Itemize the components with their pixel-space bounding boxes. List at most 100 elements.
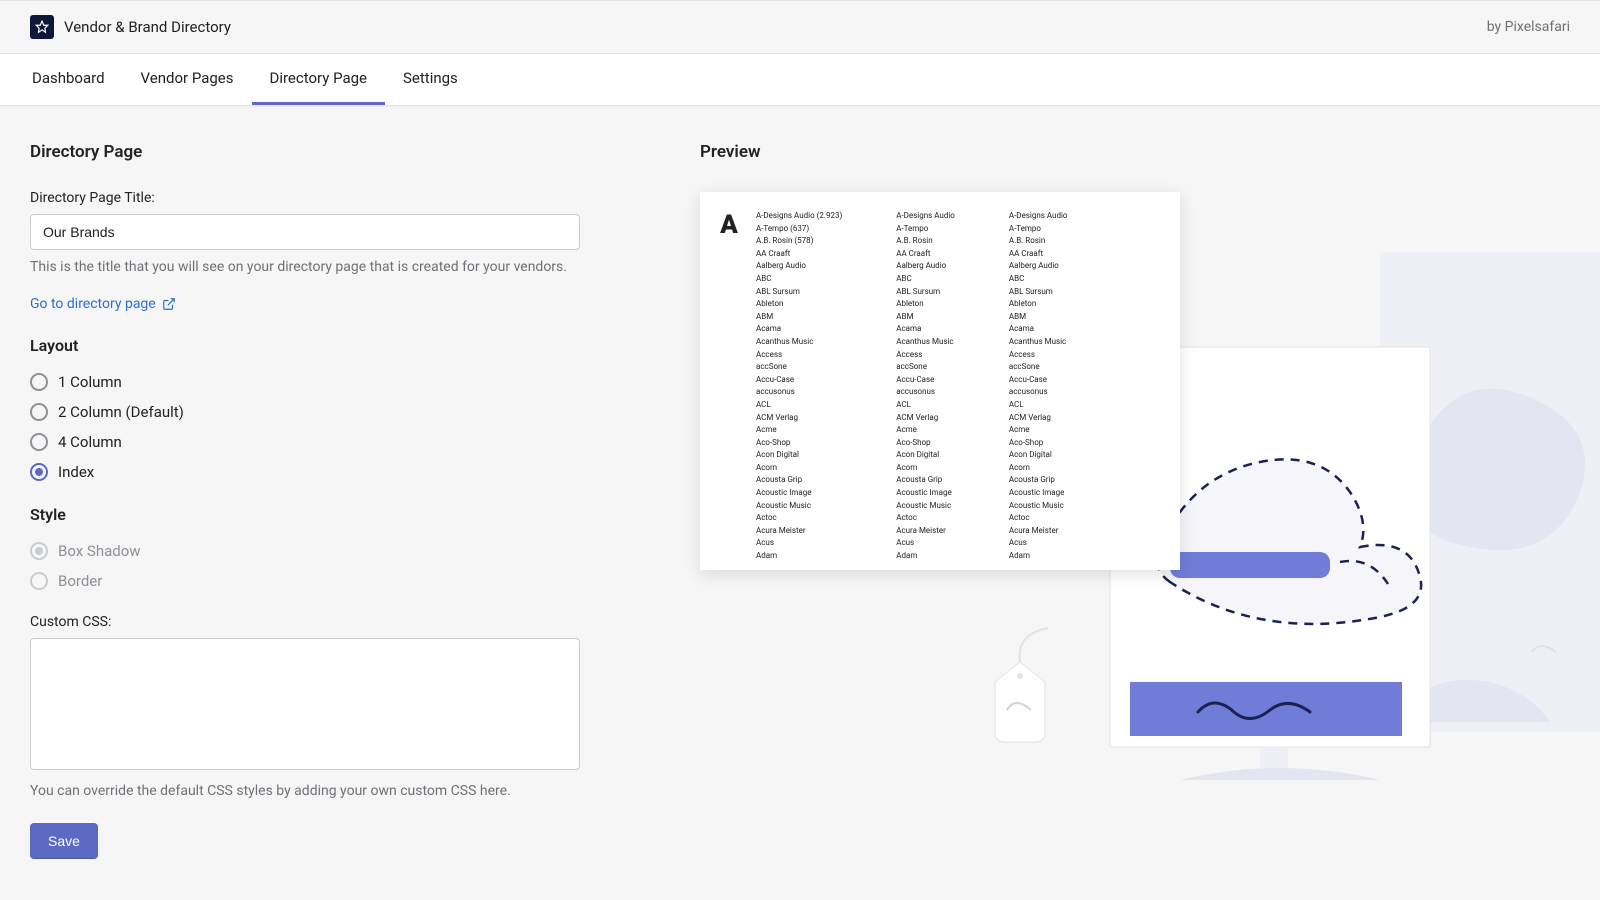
preview-item: Acme bbox=[896, 424, 955, 436]
radio-icon bbox=[30, 542, 48, 560]
preview-item: ABL Sursum bbox=[896, 286, 955, 298]
preview-item: Acoustic Image bbox=[756, 487, 842, 499]
preview-item: Acus bbox=[1009, 537, 1068, 549]
layout-option-1col[interactable]: 1 Column bbox=[30, 373, 580, 391]
preview-item: Acanthus Music bbox=[756, 336, 842, 348]
preview-item: Ableton bbox=[756, 298, 842, 310]
preview-columns: A-Designs Audio (2.923)A-Tempo (637)A.B.… bbox=[756, 210, 1166, 552]
title-field-label: Directory Page Title: bbox=[30, 190, 580, 206]
preview-item: A-Tempo bbox=[896, 223, 955, 235]
preview-item: Accu-Case bbox=[896, 374, 955, 386]
app-logo bbox=[30, 15, 54, 39]
preview-item: Acousta Grip bbox=[896, 474, 955, 486]
preview-item: Acon Digital bbox=[1009, 449, 1068, 461]
preview-item: Accu-Case bbox=[756, 374, 842, 386]
radio-icon bbox=[30, 433, 48, 451]
preview-item: ABL Sursum bbox=[1009, 286, 1068, 298]
external-link-icon bbox=[162, 297, 176, 311]
radio-label: Border bbox=[58, 572, 102, 590]
app-title: Vendor & Brand Directory bbox=[64, 18, 231, 36]
preview-item: A-Designs Audio bbox=[1009, 210, 1068, 222]
tab-vendor-pages[interactable]: Vendor Pages bbox=[123, 54, 252, 105]
preview-item: Actoc bbox=[756, 512, 842, 524]
preview-item: Aco-Shop bbox=[756, 437, 842, 449]
preview-item: Ableton bbox=[1009, 298, 1068, 310]
preview-col-1: A-Designs Audio (2.923)A-Tempo (637)A.B.… bbox=[756, 210, 842, 552]
save-button[interactable]: Save bbox=[30, 823, 98, 859]
layout-option-index[interactable]: Index bbox=[30, 463, 580, 481]
preview-item: Acon Digital bbox=[756, 449, 842, 461]
radio-icon bbox=[30, 572, 48, 590]
preview-item: Acousta Grip bbox=[756, 474, 842, 486]
preview-item: ABC bbox=[756, 273, 842, 285]
title-input[interactable] bbox=[30, 214, 580, 250]
preview-item: accSone bbox=[1009, 361, 1068, 373]
radio-label: 4 Column bbox=[58, 433, 122, 451]
go-to-directory-label: Go to directory page bbox=[30, 296, 156, 312]
preview-item: accusonus bbox=[756, 386, 842, 398]
radio-label: Box Shadow bbox=[58, 542, 141, 560]
tab-bar: Dashboard Vendor Pages Directory Page Se… bbox=[0, 54, 1600, 106]
preview-item: Acanthus Music bbox=[896, 336, 955, 348]
preview-item: ABM bbox=[1009, 311, 1068, 323]
layout-option-4col[interactable]: 4 Column bbox=[30, 433, 580, 451]
tab-settings[interactable]: Settings bbox=[385, 54, 476, 105]
preview-item: ACL bbox=[896, 399, 955, 411]
preview-item: accSone bbox=[896, 361, 955, 373]
preview-item: A.B. Rosin bbox=[896, 235, 955, 247]
preview-item: ABC bbox=[896, 273, 955, 285]
go-to-directory-link[interactable]: Go to directory page bbox=[30, 296, 176, 312]
radio-icon bbox=[30, 403, 48, 421]
preview-item: Aco-Shop bbox=[896, 437, 955, 449]
preview-item: ACM Verlag bbox=[756, 412, 842, 424]
preview-item: ABM bbox=[756, 311, 842, 323]
preview-heading: Preview bbox=[700, 142, 1570, 162]
radio-label: 1 Column bbox=[58, 373, 122, 391]
preview-item: Acoustic Music bbox=[1009, 500, 1068, 512]
preview-col-2: A-Designs AudioA-TempoA.B. RosinAA Craaf… bbox=[896, 210, 955, 552]
preview-item: Aalberg Audio bbox=[1009, 260, 1068, 272]
preview-item: Acama bbox=[1009, 323, 1068, 335]
preview-item: Actoc bbox=[896, 512, 955, 524]
radio-label: 2 Column (Default) bbox=[58, 403, 184, 421]
preview-item: Acoustic Image bbox=[896, 487, 955, 499]
preview-item: Acus bbox=[756, 537, 842, 549]
layout-option-2col[interactable]: 2 Column (Default) bbox=[30, 403, 580, 421]
custom-css-textarea[interactable] bbox=[30, 638, 580, 770]
preview-item: AA Craaft bbox=[896, 248, 955, 260]
style-option-box-shadow: Box Shadow bbox=[30, 542, 580, 560]
preview-item: Acanthus Music bbox=[1009, 336, 1068, 348]
style-heading: Style bbox=[30, 505, 580, 524]
title-help-text: This is the title that you will see on y… bbox=[30, 258, 580, 278]
tab-directory-page[interactable]: Directory Page bbox=[252, 54, 386, 105]
preview-item: accSone bbox=[756, 361, 842, 373]
preview-item: Acorn bbox=[756, 462, 842, 474]
css-field-label: Custom CSS: bbox=[30, 614, 580, 630]
preview-item: Adam bbox=[756, 550, 842, 562]
page-title: Directory Page bbox=[30, 142, 580, 162]
preview-item: Acorn bbox=[1009, 462, 1068, 474]
preview-item: Adam bbox=[1009, 550, 1068, 562]
preview-item: ACM Verlag bbox=[896, 412, 955, 424]
preview-item: Acon Digital bbox=[896, 449, 955, 461]
preview-item: A.B. Rosin (578) bbox=[756, 235, 842, 247]
preview-item: Aalberg Audio bbox=[896, 260, 955, 272]
preview-index-letter: A bbox=[714, 210, 744, 552]
preview-item: Acura Meister bbox=[1009, 525, 1068, 537]
preview-item: Acama bbox=[756, 323, 842, 335]
radio-label: Index bbox=[58, 463, 94, 481]
byline: by Pixelsafari bbox=[1487, 19, 1570, 35]
preview-item: Access bbox=[756, 349, 842, 361]
preview-item: Adam bbox=[896, 550, 955, 562]
preview-item: Acoustic Music bbox=[896, 500, 955, 512]
preview-item: accusonus bbox=[896, 386, 955, 398]
preview-item: Acus bbox=[896, 537, 955, 549]
preview-item: A-Designs Audio (2.923) bbox=[756, 210, 842, 222]
preview-item: A-Tempo bbox=[1009, 223, 1068, 235]
tab-dashboard[interactable]: Dashboard bbox=[14, 54, 123, 105]
preview-card: A A-Designs Audio (2.923)A-Tempo (637)A.… bbox=[700, 192, 1180, 570]
settings-column: Directory Page Directory Page Title: Thi… bbox=[30, 142, 580, 859]
preview-item: Actoc bbox=[1009, 512, 1068, 524]
preview-item: Acorn bbox=[896, 462, 955, 474]
radio-icon bbox=[30, 463, 48, 481]
